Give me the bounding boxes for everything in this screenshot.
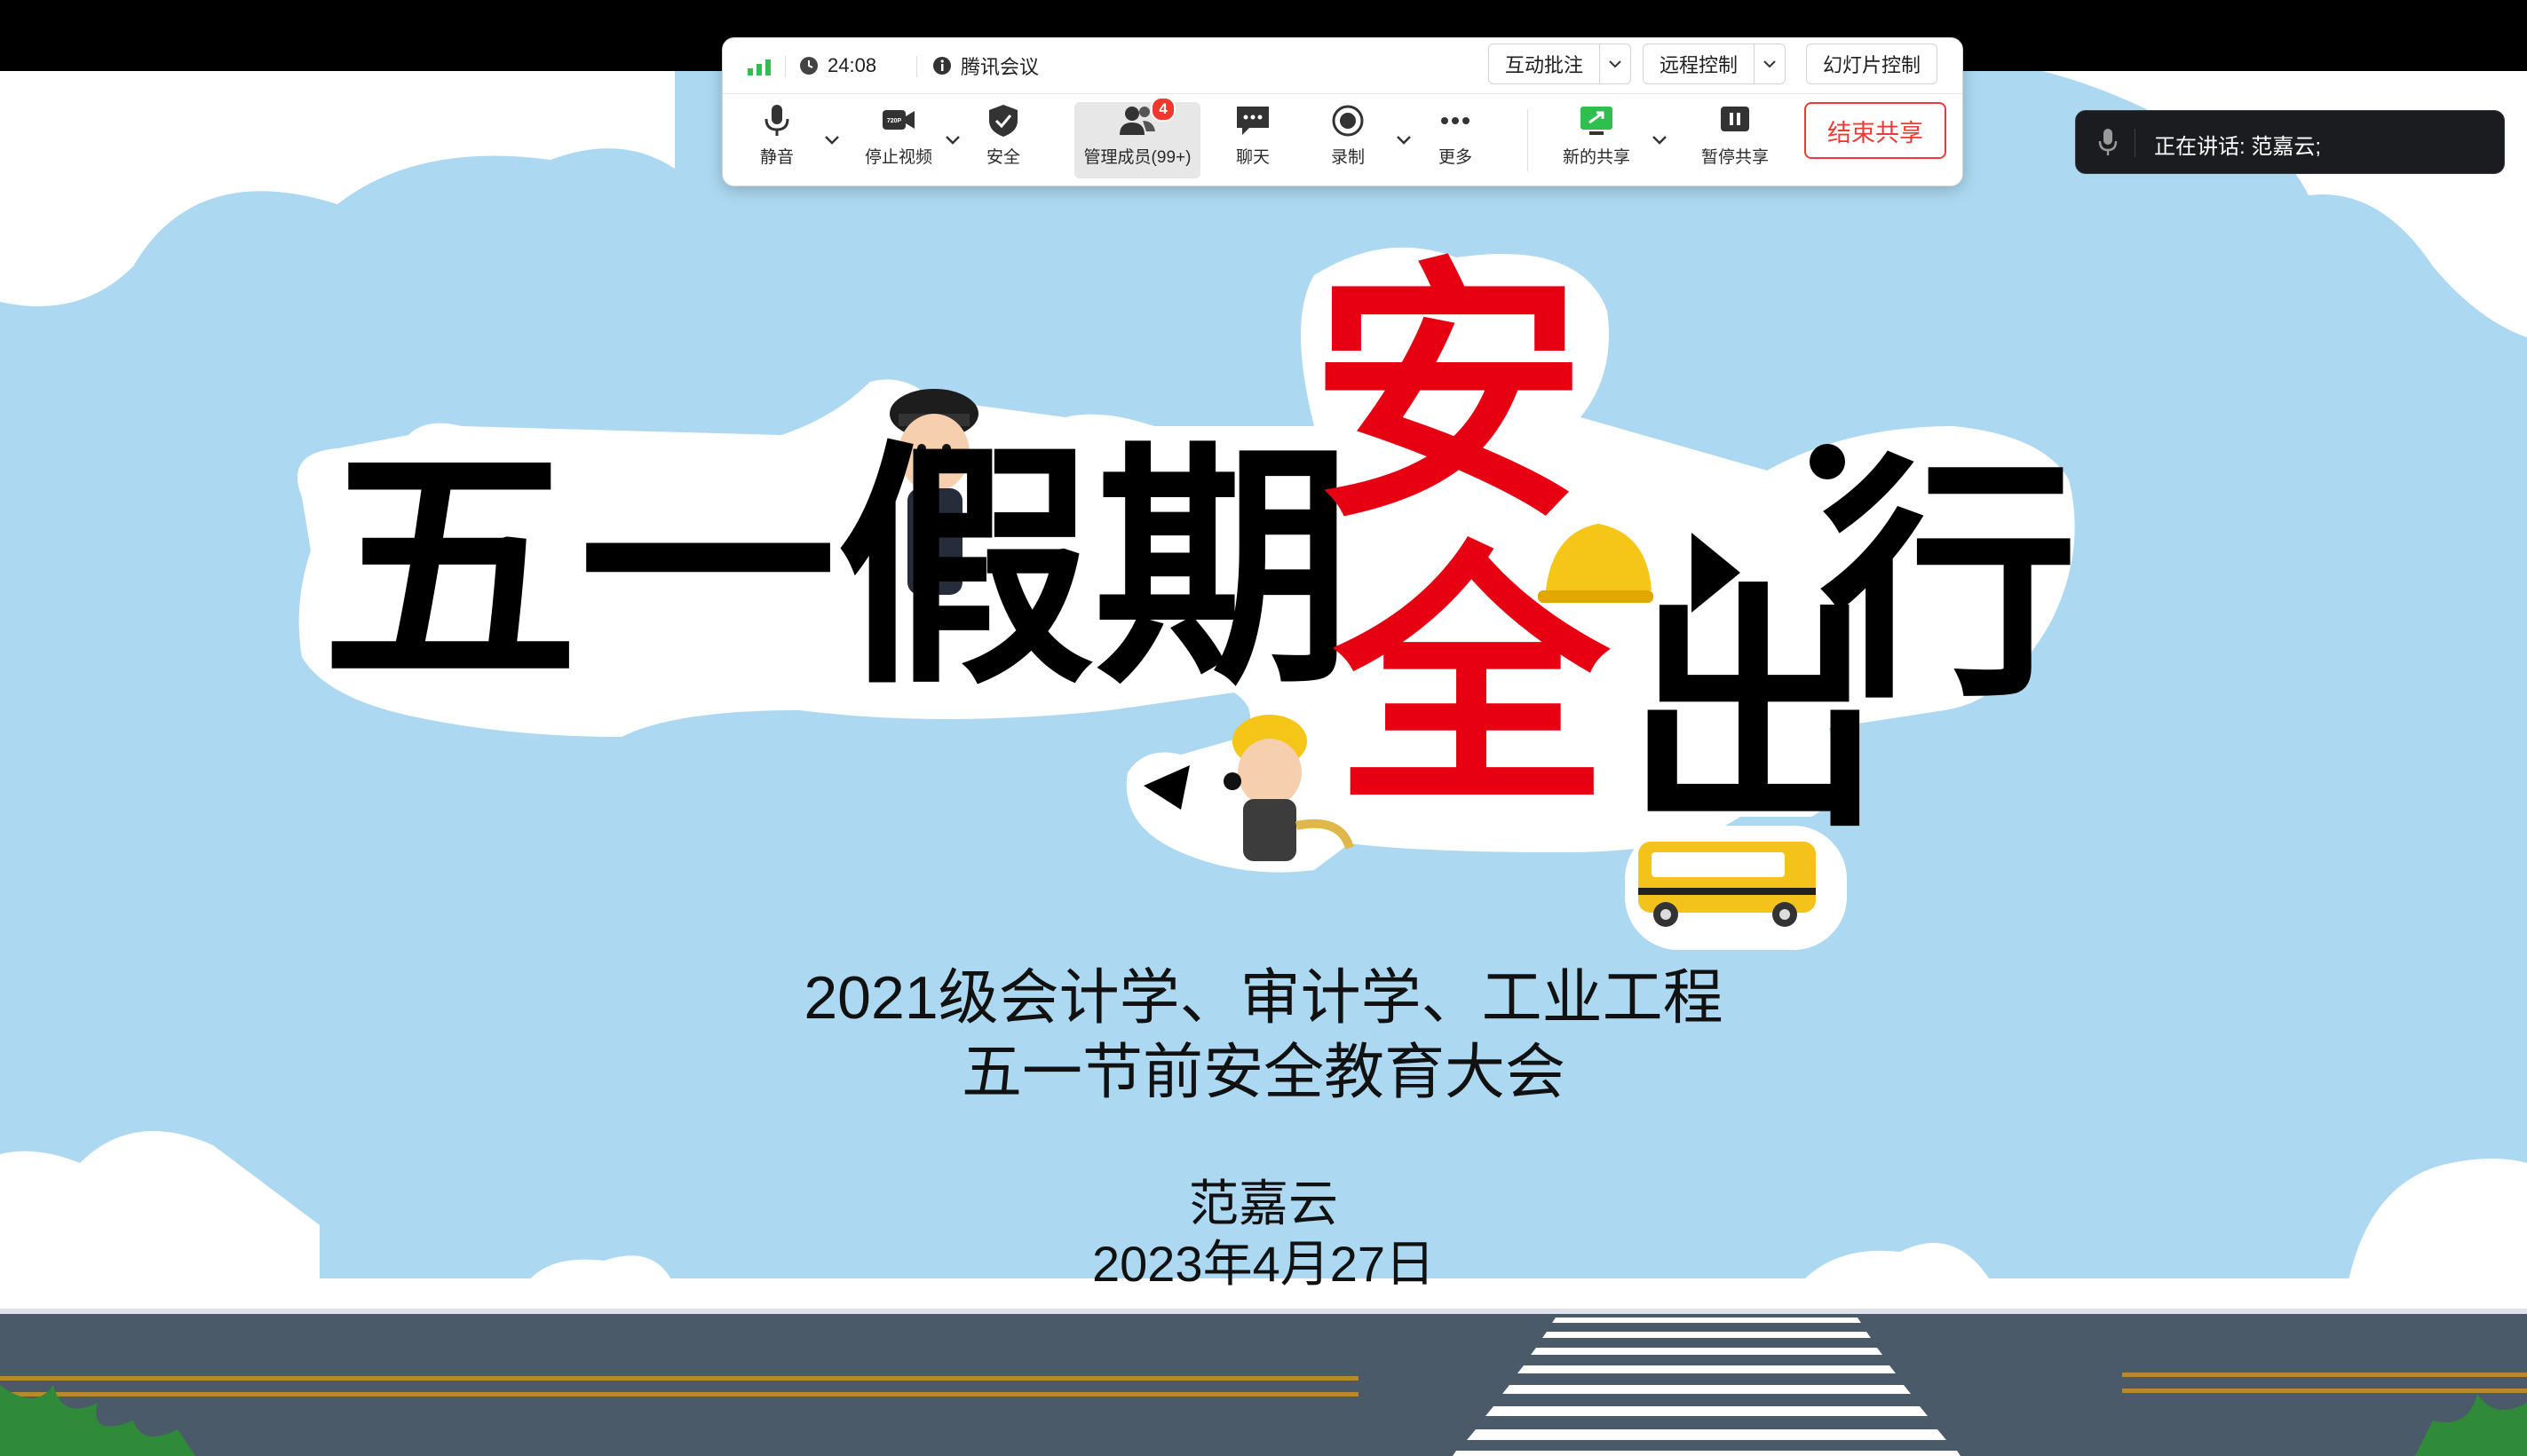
record-button[interactable]: 录制 (1319, 102, 1376, 178)
timer-text: 24:08 (828, 54, 877, 76)
toolbar-divider (1527, 109, 1528, 171)
new-share-button[interactable]: 新的共享 (1554, 102, 1639, 178)
chat-icon (1237, 107, 1269, 135)
mute-button[interactable]: 静音 (746, 102, 808, 178)
pause-share-button[interactable]: 暂停共享 (1692, 102, 1778, 178)
shield-icon (989, 105, 1018, 137)
slide-title-red-an: 安 (1311, 241, 1586, 549)
active-speaker-text: 正在讲话: 范嘉云; (2154, 135, 2322, 159)
remote-control-dropdown[interactable] (1754, 44, 1785, 83)
meeting-timer: 24:08 (799, 51, 876, 81)
record-label: 录制 (1330, 148, 1365, 167)
camera-icon: 720P (883, 110, 915, 130)
manage-members-button[interactable]: 管理成员(99+) (1074, 102, 1200, 178)
chevron-down-icon[interactable] (1650, 134, 1669, 146)
presentation-slide: 五一假期 安 全 出 行 2021级会计学、审计学、工业工程 五一节前安全教育大… (0, 71, 2527, 1456)
chevron-down-icon (1763, 60, 1776, 68)
chevron-down-icon (1609, 60, 1621, 68)
members-label: 管理成员(99+) (1083, 148, 1192, 167)
chat-label: 聊天 (1235, 148, 1270, 167)
more-button[interactable]: 更多 (1426, 102, 1485, 178)
signal-icon (748, 59, 771, 75)
meeting-info[interactable]: 腾讯会议 (932, 51, 1039, 81)
slide-control-button[interactable]: 幻灯片控制 (1807, 44, 1937, 83)
chevron-down-icon[interactable] (943, 134, 962, 146)
record-icon (1332, 105, 1364, 137)
chevron-down-icon[interactable] (1394, 134, 1414, 146)
pause-icon (1721, 107, 1749, 131)
security-button[interactable]: 安全 (975, 102, 1032, 178)
toolbar-status-row: 24:08 腾讯会议 互动批注 远程控制 幻灯片控制 (723, 38, 1962, 94)
slide-date: 2023年4月27日 (1091, 1236, 1435, 1292)
annotate-pill: 互动批注 (1488, 44, 1632, 84)
chevron-down-icon[interactable] (822, 134, 842, 146)
slide-subtitle-line1: 2021级会计学、审计学、工业工程 (804, 964, 1723, 1032)
annotation-dropdown[interactable] (1599, 44, 1630, 83)
slide-control-pill: 幻灯片控制 (1806, 44, 1938, 84)
end-share-button[interactable]: 结束共享 (1804, 102, 1946, 159)
video-quality-text: 720P (887, 118, 902, 124)
members-notification-badge: 4 (1151, 97, 1176, 122)
meeting-toolbar: 24:08 腾讯会议 互动批注 远程控制 幻灯片控制 静音 720P 停止视频 … (722, 37, 1963, 186)
new-share-label: 新的共享 (1562, 148, 1630, 167)
more-label: 更多 (1438, 148, 1472, 167)
mic-icon (764, 105, 789, 136)
remote-control-button[interactable]: 远程控制 (1644, 44, 1754, 83)
remote-control-pill: 远程控制 (1643, 44, 1786, 84)
slide-title-part1: 五一假期 (321, 425, 1351, 713)
slide-presenter: 范嘉云 (1189, 1175, 1338, 1231)
share-screen-icon (1580, 107, 1612, 135)
slide-subtitle-line2: 五一节前安全教育大会 (961, 1039, 1565, 1106)
toolbar-actions-row: 静音 720P 停止视频 安全 管理成员(99+) 4 聊天 录制 更多 新的共… (723, 93, 1962, 187)
slide-title-xing: 行 (1820, 439, 2078, 727)
mute-label: 静音 (759, 148, 794, 167)
road (0, 1309, 2527, 1456)
slide-title-red-quan: 全 (1334, 526, 1609, 835)
security-label: 安全 (986, 148, 1020, 167)
more-icon (1441, 117, 1469, 124)
stop-video-button[interactable]: 720P 停止视频 (858, 102, 939, 178)
chat-button[interactable]: 聊天 (1220, 102, 1286, 178)
app-name: 腾讯会议 (961, 56, 1040, 78)
info-icon (933, 57, 951, 75)
stop-video-label: 停止视频 (864, 148, 932, 167)
active-speaker-indicator: 正在讲话: 范嘉云; (2075, 110, 2505, 174)
clock-icon (800, 57, 818, 75)
mic-icon (2098, 129, 2118, 155)
pause-share-label: 暂停共享 (1700, 148, 1769, 167)
interactive-annotation-button[interactable]: 互动批注 (1489, 44, 1599, 83)
